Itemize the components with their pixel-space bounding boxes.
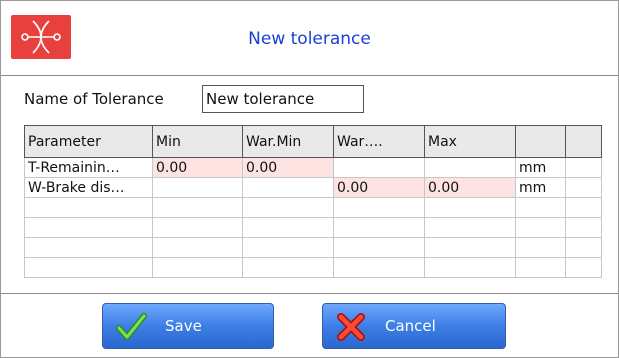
footer-divider — [1, 293, 618, 294]
table-cell[interactable] — [242, 177, 334, 198]
x-cross-icon — [337, 313, 365, 341]
tolerance-table: Parameter Min War.Min War…. Max T-Remain… — [24, 125, 602, 278]
table-cell: mm — [515, 157, 566, 178]
table-cell[interactable] — [424, 157, 516, 178]
table-cell[interactable] — [242, 197, 334, 218]
column-header[interactable] — [565, 125, 602, 158]
name-label: Name of Tolerance — [24, 90, 164, 108]
table-cell[interactable] — [333, 237, 425, 258]
table-row[interactable] — [24, 257, 602, 278]
table-cell — [565, 217, 602, 238]
table-cell[interactable] — [424, 197, 516, 218]
table-cell[interactable] — [152, 177, 243, 198]
table-cell — [515, 257, 566, 278]
table-cell — [565, 197, 602, 218]
table-cell — [515, 197, 566, 218]
table-cell[interactable]: 0.00 — [333, 177, 425, 198]
table-cell[interactable] — [152, 237, 243, 258]
column-header[interactable]: Max — [424, 125, 516, 158]
table-cell[interactable] — [24, 237, 153, 258]
table-cell[interactable] — [242, 217, 334, 238]
table-cell — [565, 177, 602, 198]
table-cell[interactable] — [424, 237, 516, 258]
table-row[interactable] — [24, 197, 602, 218]
table-cell[interactable]: W-Brake dis… — [24, 177, 153, 198]
table-header-row: Parameter Min War.Min War…. Max — [24, 125, 602, 158]
table-cell[interactable] — [242, 237, 334, 258]
tolerance-name-input[interactable]: New tolerance — [202, 85, 364, 113]
table-cell[interactable]: 0.00 — [242, 157, 334, 178]
table-cell[interactable] — [152, 217, 243, 238]
table-cell[interactable]: 0.00 — [152, 157, 243, 178]
table-cell — [565, 157, 602, 178]
table-cell[interactable] — [152, 197, 243, 218]
table-cell — [515, 237, 566, 258]
table-cell[interactable] — [333, 157, 425, 178]
table-cell[interactable] — [24, 217, 153, 238]
save-button-label: Save — [165, 317, 202, 335]
column-header[interactable] — [515, 125, 566, 158]
column-header[interactable]: Min — [152, 125, 243, 158]
table-cell — [565, 257, 602, 278]
table-row[interactable]: W-Brake dis… 0.00 0.00 mm — [24, 177, 602, 198]
column-header[interactable]: War.Min — [242, 125, 334, 158]
save-button[interactable]: Save — [102, 303, 274, 349]
column-header[interactable]: War…. — [333, 125, 425, 158]
column-header[interactable]: Parameter — [24, 125, 153, 158]
table-cell[interactable] — [24, 197, 153, 218]
table-cell[interactable] — [424, 257, 516, 278]
table-cell: mm — [515, 177, 566, 198]
header-bar: New tolerance — [1, 1, 618, 76]
table-cell — [565, 237, 602, 258]
checkmark-icon — [116, 313, 147, 340]
cancel-button-label: Cancel — [385, 317, 436, 335]
table-cell[interactable] — [333, 217, 425, 238]
table-cell[interactable] — [242, 257, 334, 278]
table-cell — [515, 217, 566, 238]
cancel-button[interactable]: Cancel — [322, 303, 506, 349]
table-cell[interactable] — [152, 257, 243, 278]
table-row[interactable] — [24, 237, 602, 258]
table-row[interactable]: T-Remainin… 0.00 0.00 mm — [24, 157, 602, 178]
table-cell[interactable]: 0.00 — [424, 177, 516, 198]
table-cell[interactable] — [333, 197, 425, 218]
table-cell[interactable] — [24, 257, 153, 278]
table-row[interactable] — [24, 217, 602, 238]
table-cell[interactable] — [333, 257, 425, 278]
dialog-frame: New tolerance Name of Tolerance New tole… — [0, 0, 619, 358]
table-cell[interactable] — [424, 217, 516, 238]
table-cell[interactable]: T-Remainin… — [24, 157, 153, 178]
page-title: New tolerance — [248, 29, 371, 49]
